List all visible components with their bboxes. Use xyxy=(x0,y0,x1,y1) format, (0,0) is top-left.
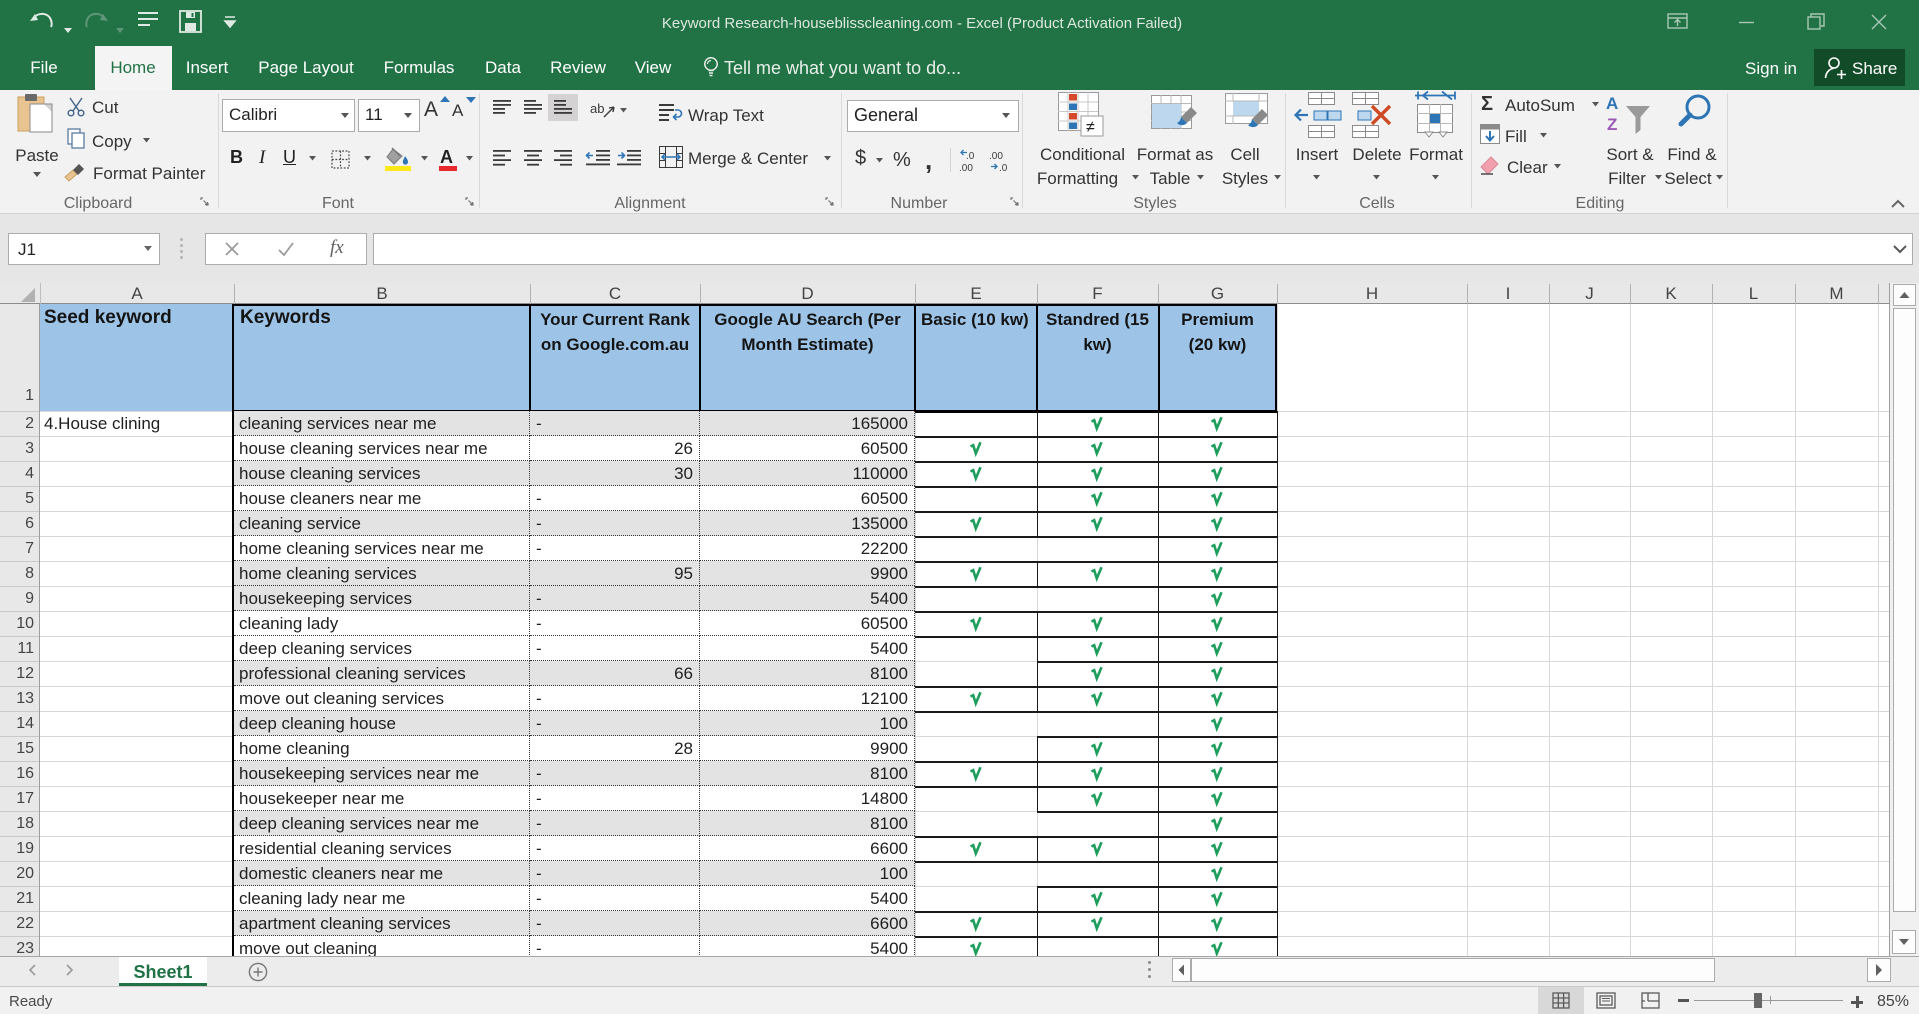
svg-text:.0: .0 xyxy=(999,163,1008,174)
svg-text:Z: Z xyxy=(1607,115,1617,134)
svg-text:≠: ≠ xyxy=(1086,119,1095,136)
svg-text:.0: .0 xyxy=(966,151,975,162)
svg-text:.00: .00 xyxy=(959,163,973,174)
svg-text:.00: .00 xyxy=(989,151,1003,162)
svg-text:A: A xyxy=(1606,94,1618,113)
svg-text:ab: ab xyxy=(590,101,604,116)
